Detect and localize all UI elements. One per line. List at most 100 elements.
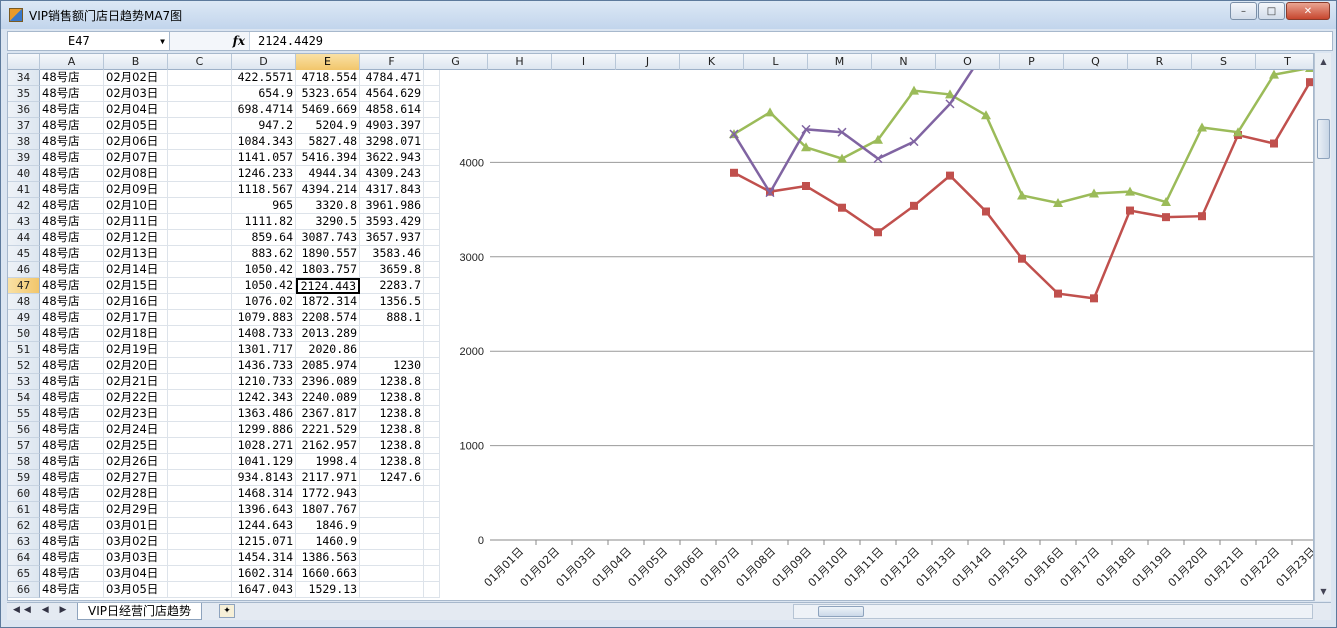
cell-a43[interactable]: 48号店 <box>40 214 104 230</box>
cell-a34[interactable]: 48号店 <box>40 70 104 86</box>
row-header[interactable]: 37 <box>8 118 40 134</box>
cell-a63[interactable]: 48号店 <box>40 534 104 550</box>
row-header[interactable]: 54 <box>8 390 40 406</box>
cell-e55[interactable]: 2367.817 <box>296 406 360 422</box>
vertical-scroll-thumb[interactable] <box>1317 119 1330 159</box>
cell-e59[interactable]: 2117.971 <box>296 470 360 486</box>
cell-b59[interactable]: 02月27日 <box>104 470 168 486</box>
cell-f63[interactable] <box>360 534 424 550</box>
row-header[interactable]: 62 <box>8 518 40 534</box>
cell-f56[interactable]: 1238.8 <box>360 422 424 438</box>
row-header[interactable]: 49 <box>8 310 40 326</box>
cell-g46[interactable] <box>424 262 440 278</box>
cell-g57[interactable] <box>424 438 440 454</box>
cell-g66[interactable] <box>424 582 440 598</box>
cell-g61[interactable] <box>424 502 440 518</box>
cell-g37[interactable] <box>424 118 440 134</box>
cell-c56[interactable] <box>168 422 232 438</box>
cell-b61[interactable]: 02月29日 <box>104 502 168 518</box>
cell-f54[interactable]: 1238.8 <box>360 390 424 406</box>
cell-c54[interactable] <box>168 390 232 406</box>
row-header[interactable]: 51 <box>8 342 40 358</box>
cell-g54[interactable] <box>424 390 440 406</box>
cell-e57[interactable]: 2162.957 <box>296 438 360 454</box>
cell-g44[interactable] <box>424 230 440 246</box>
cell-c63[interactable] <box>168 534 232 550</box>
cell-g48[interactable] <box>424 294 440 310</box>
cell-d58[interactable]: 1041.129 <box>232 454 296 470</box>
cell-a53[interactable]: 48号店 <box>40 374 104 390</box>
column-header-f[interactable]: F <box>360 54 424 70</box>
cell-c51[interactable] <box>168 342 232 358</box>
cell-e49[interactable]: 2208.574 <box>296 310 360 326</box>
row-header[interactable]: 35 <box>8 86 40 102</box>
cell-f34[interactable]: 4784.471 <box>360 70 424 86</box>
cell-d50[interactable]: 1408.733 <box>232 326 296 342</box>
cell-d52[interactable]: 1436.733 <box>232 358 296 374</box>
cell-d34[interactable]: 422.5571 <box>232 70 296 86</box>
cell-b60[interactable]: 02月28日 <box>104 486 168 502</box>
cell-a61[interactable]: 48号店 <box>40 502 104 518</box>
cell-c58[interactable] <box>168 454 232 470</box>
cell-d35[interactable]: 654.9 <box>232 86 296 102</box>
cell-f42[interactable]: 3961.986 <box>360 198 424 214</box>
cell-d37[interactable]: 947.2 <box>232 118 296 134</box>
cell-d48[interactable]: 1076.02 <box>232 294 296 310</box>
minimize-button[interactable]: – <box>1230 2 1257 20</box>
insert-function-icon[interactable]: fx <box>233 34 245 48</box>
cell-d56[interactable]: 1299.886 <box>232 422 296 438</box>
cell-e43[interactable]: 3290.5 <box>296 214 360 230</box>
cell-d54[interactable]: 1242.343 <box>232 390 296 406</box>
cell-g42[interactable] <box>424 198 440 214</box>
cell-d64[interactable]: 1454.314 <box>232 550 296 566</box>
column-header-n[interactable]: N <box>872 54 936 70</box>
cell-a49[interactable]: 48号店 <box>40 310 104 326</box>
row-header[interactable]: 45 <box>8 246 40 262</box>
close-button[interactable]: ✕ <box>1286 2 1330 20</box>
row-header[interactable]: 58 <box>8 454 40 470</box>
cell-b42[interactable]: 02月10日 <box>104 198 168 214</box>
column-header-d[interactable]: D <box>232 54 296 70</box>
cell-e41[interactable]: 4394.214 <box>296 182 360 198</box>
cell-b45[interactable]: 02月13日 <box>104 246 168 262</box>
cell-g52[interactable] <box>424 358 440 374</box>
cell-f66[interactable] <box>360 582 424 598</box>
cell-b54[interactable]: 02月22日 <box>104 390 168 406</box>
column-header-p[interactable]: P <box>1000 54 1064 70</box>
cell-e47[interactable]: 2124.443 <box>296 278 360 294</box>
cell-g60[interactable] <box>424 486 440 502</box>
row-header[interactable]: 47 <box>8 278 40 294</box>
cell-b48[interactable]: 02月16日 <box>104 294 168 310</box>
cell-c36[interactable] <box>168 102 232 118</box>
cell-b58[interactable]: 02月26日 <box>104 454 168 470</box>
cell-a62[interactable]: 48号店 <box>40 518 104 534</box>
cell-b50[interactable]: 02月18日 <box>104 326 168 342</box>
cell-e34[interactable]: 4718.554 <box>296 70 360 86</box>
cell-c46[interactable] <box>168 262 232 278</box>
row-header[interactable]: 38 <box>8 134 40 150</box>
cell-c64[interactable] <box>168 550 232 566</box>
cell-e60[interactable]: 1772.943 <box>296 486 360 502</box>
cell-e63[interactable]: 1460.9 <box>296 534 360 550</box>
cell-d40[interactable]: 1246.233 <box>232 166 296 182</box>
cell-g39[interactable] <box>424 150 440 166</box>
cell-g62[interactable] <box>424 518 440 534</box>
column-header-q[interactable]: Q <box>1064 54 1128 70</box>
cell-e51[interactable]: 2020.86 <box>296 342 360 358</box>
cell-b41[interactable]: 02月09日 <box>104 182 168 198</box>
cell-e52[interactable]: 2085.974 <box>296 358 360 374</box>
cell-b65[interactable]: 03月04日 <box>104 566 168 582</box>
cell-b57[interactable]: 02月25日 <box>104 438 168 454</box>
cell-g55[interactable] <box>424 406 440 422</box>
row-header[interactable]: 65 <box>8 566 40 582</box>
cell-e53[interactable]: 2396.089 <box>296 374 360 390</box>
cell-g43[interactable] <box>424 214 440 230</box>
cell-d39[interactable]: 1141.057 <box>232 150 296 166</box>
cell-g50[interactable] <box>424 326 440 342</box>
cell-f41[interactable]: 4317.843 <box>360 182 424 198</box>
column-header-j[interactable]: J <box>616 54 680 70</box>
cell-c34[interactable] <box>168 70 232 86</box>
column-header-a[interactable]: A <box>40 54 104 70</box>
cell-f65[interactable] <box>360 566 424 582</box>
cell-a45[interactable]: 48号店 <box>40 246 104 262</box>
